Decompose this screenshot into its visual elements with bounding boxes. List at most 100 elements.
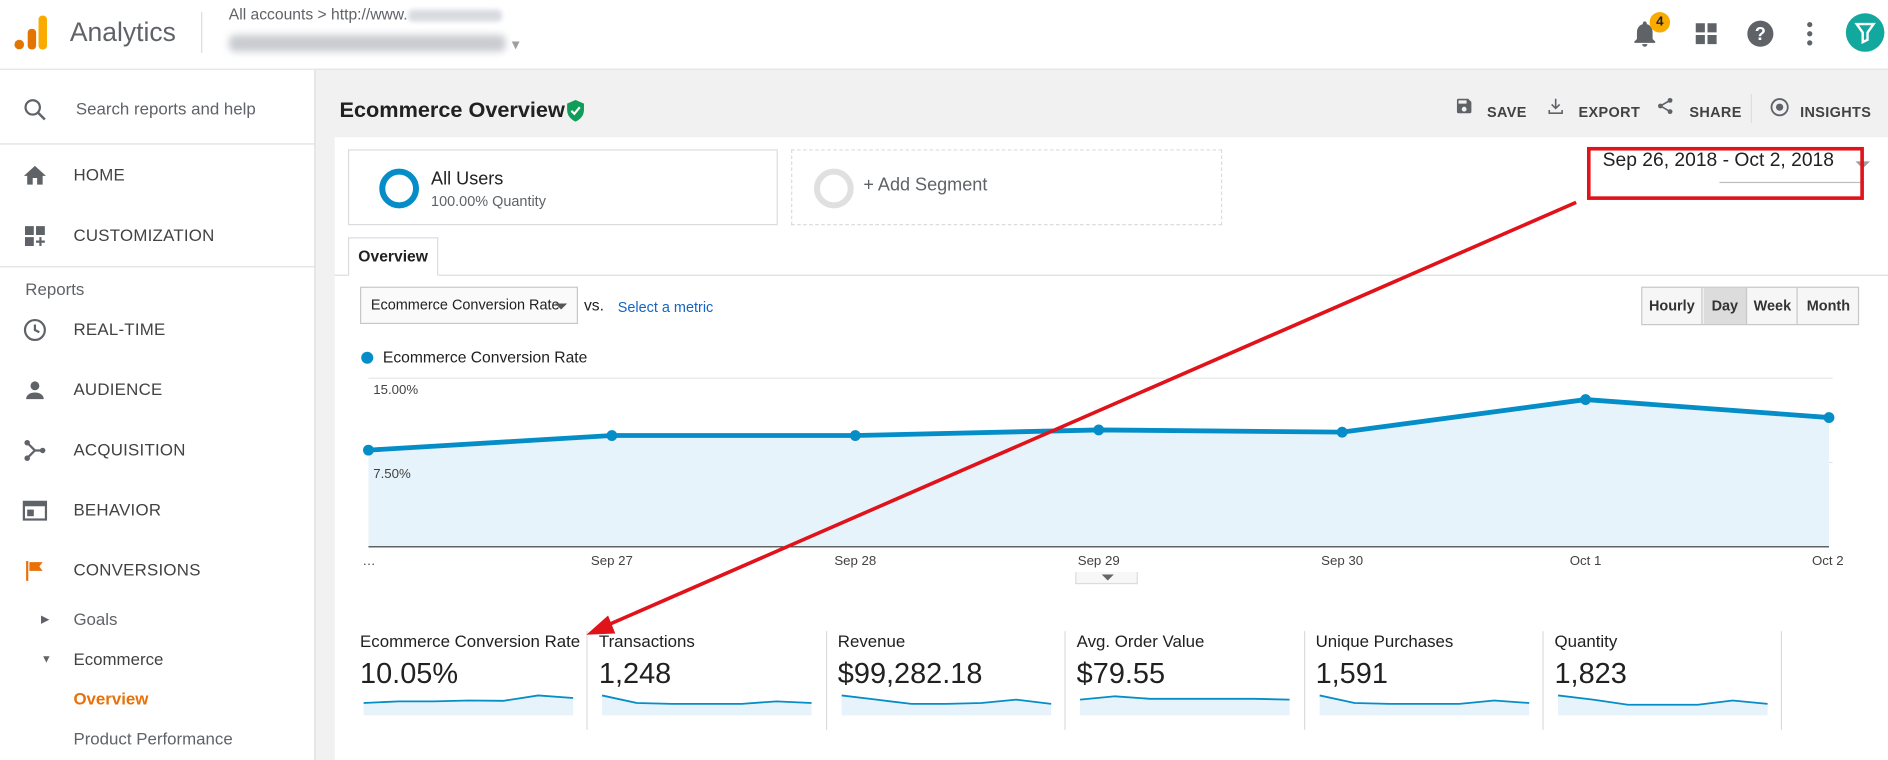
metric-sparkline <box>363 694 574 716</box>
metric-scorecard[interactable]: Quantity 1,823 <box>1554 631 1792 730</box>
x-tick-label: Sep 30 <box>1321 553 1363 568</box>
apps-grid-icon[interactable] <box>1691 18 1722 49</box>
redacted-property-name <box>228 35 506 53</box>
data-point[interactable] <box>1093 424 1105 436</box>
x-tick-label: Oct 1 <box>1570 553 1602 568</box>
share-label: SHARE <box>1689 103 1742 121</box>
property-selector[interactable]: ▾ <box>228 30 520 55</box>
sidebar-item-ecommerce[interactable]: ▼ Ecommerce <box>0 641 314 677</box>
help-icon[interactable]: ? <box>1745 18 1776 49</box>
sidebar-item-conversions[interactable]: CONVERSIONS <box>0 542 314 600</box>
collapse-arrow-icon: ▼ <box>40 652 52 665</box>
sidebar-item-overview[interactable]: Overview <box>0 681 314 717</box>
sidebar-item-goals[interactable]: ▶ Goals <box>0 601 314 637</box>
verified-shield-icon <box>567 99 584 122</box>
metric-value: 1,823 <box>1554 657 1627 691</box>
metric-sparkline <box>1318 694 1529 716</box>
save-icon <box>1456 98 1472 114</box>
metric-select[interactable]: Ecommerce Conversion Rate <box>360 286 578 324</box>
sidebar-divider <box>0 266 315 268</box>
sidebar: Search reports and help HOME CUSTOMIZATI… <box>0 69 316 760</box>
breadcrumb[interactable]: All accounts > http://www. <box>229 5 502 23</box>
sidebar-item-realtime[interactable]: REAL-TIME <box>0 301 314 359</box>
chart-resize-handle[interactable] <box>1075 572 1138 585</box>
sparkline-area <box>363 695 574 716</box>
sidebar-item-label: CONVERSIONS <box>73 560 201 580</box>
metric-divider <box>586 631 589 730</box>
sidebar-item-label: Overview <box>73 688 149 709</box>
data-point[interactable] <box>1336 426 1348 438</box>
sparkline-area <box>602 695 813 716</box>
metric-label: Ecommerce Conversion Rate <box>360 631 581 651</box>
breadcrumb-url[interactable]: http://www. <box>331 5 408 23</box>
sidebar-item-label: BEHAVIOR <box>73 499 162 520</box>
sidebar-item-behavior[interactable]: BEHAVIOR <box>0 482 314 540</box>
analytics-logo-icon <box>14 15 47 50</box>
metric-sparkline <box>1557 694 1768 716</box>
y-tick-label: 15.00% <box>373 382 418 397</box>
data-point[interactable] <box>1580 394 1591 405</box>
breadcrumb-separator: > <box>317 4 327 23</box>
sidebar-item-acquisition[interactable]: ACQUISITION <box>0 422 314 480</box>
sidebar-item-customization[interactable]: CUSTOMIZATION <box>0 207 314 265</box>
legend-dot-icon <box>361 351 374 364</box>
segment-all-users[interactable]: All Users 100.00% Quantity <box>347 149 778 226</box>
search-reports[interactable]: Search reports and help <box>0 70 315 145</box>
metric-divider <box>1781 631 1783 730</box>
insights-label: INSIGHTS <box>1800 103 1872 121</box>
more-vert-icon[interactable] <box>1794 18 1825 49</box>
dashboard-plus-icon <box>24 226 45 247</box>
sidebar-item-label: Product Performance <box>73 728 233 748</box>
avatar[interactable] <box>1845 13 1885 52</box>
metric-scorecard[interactable]: Avg. Order Value $79.55 <box>1077 631 1315 730</box>
add-segment-button[interactable]: + Add Segment <box>791 149 1223 226</box>
segment-ring-icon <box>379 168 420 209</box>
x-tick-label: Sep 27 <box>591 553 633 568</box>
metric-divider <box>1303 631 1305 730</box>
metric-label: Avg. Order Value <box>1076 631 1205 651</box>
empty-segment-ring-icon <box>813 168 854 209</box>
chevron-down-icon: ▾ <box>511 34 520 53</box>
actions-divider <box>1750 93 1752 123</box>
data-point[interactable] <box>363 444 374 456</box>
granularity-month-button[interactable]: Month <box>1799 288 1858 324</box>
insights-icon <box>1770 98 1789 117</box>
search-icon <box>24 99 46 121</box>
clock-icon <box>23 318 46 342</box>
sidebar-item-label: Goals <box>73 609 118 629</box>
search-placeholder: Search reports and help <box>75 98 256 119</box>
vs-label: vs. <box>583 296 604 315</box>
sidebar-item-label: ACQUISITION <box>73 439 186 459</box>
data-point[interactable] <box>1823 412 1835 423</box>
svg-text:?: ? <box>1755 23 1766 44</box>
metric-sparkline <box>841 694 1052 716</box>
breadcrumb-all-accounts[interactable]: All accounts <box>229 5 313 23</box>
metric-value: 1,591 <box>1315 657 1388 691</box>
metric-scorecard[interactable]: Transactions 1,248 <box>599 631 837 730</box>
metric-label: Revenue <box>837 631 906 651</box>
chart-legend: Ecommerce Conversion Rate <box>382 348 588 367</box>
metric-scorecard[interactable]: Ecommerce Conversion Rate 10.05% <box>360 631 598 730</box>
sidebar-item-audience[interactable]: AUDIENCE <box>0 361 314 419</box>
metric-scorecard[interactable]: Unique Purchases 1,591 <box>1316 631 1554 730</box>
sidebar-item-product-performance[interactable]: Product Performance <box>0 720 314 756</box>
granularity-week-button[interactable]: Week <box>1748 287 1798 324</box>
sidebar-item-label: Ecommerce <box>73 649 164 669</box>
flag-icon <box>26 560 43 581</box>
sidebar-item-label: HOME <box>73 165 125 185</box>
data-point[interactable] <box>849 430 861 441</box>
granularity-day-button[interactable]: Day <box>1703 287 1748 324</box>
report-area: Ecommerce Overview SAVE EXPORT SHARE INS… <box>315 69 1888 760</box>
export-label: EXPORT <box>1578 103 1641 121</box>
share-icon <box>1658 97 1673 115</box>
metric-label: Quantity <box>1554 631 1618 651</box>
data-point[interactable] <box>606 430 618 441</box>
sidebar-item-label: REAL-TIME <box>73 319 166 339</box>
sidebar-item-home[interactable]: HOME <box>0 147 314 205</box>
metric-scorecard[interactable]: Revenue $99,282.18 <box>838 631 1076 730</box>
select-metric-link[interactable]: Select a metric <box>618 299 714 316</box>
granularity-hourly-button[interactable]: Hourly <box>1642 287 1703 324</box>
tab-overview[interactable]: Overview <box>347 237 439 276</box>
funnel-icon <box>1854 22 1876 45</box>
metric-sparkline <box>602 694 813 716</box>
